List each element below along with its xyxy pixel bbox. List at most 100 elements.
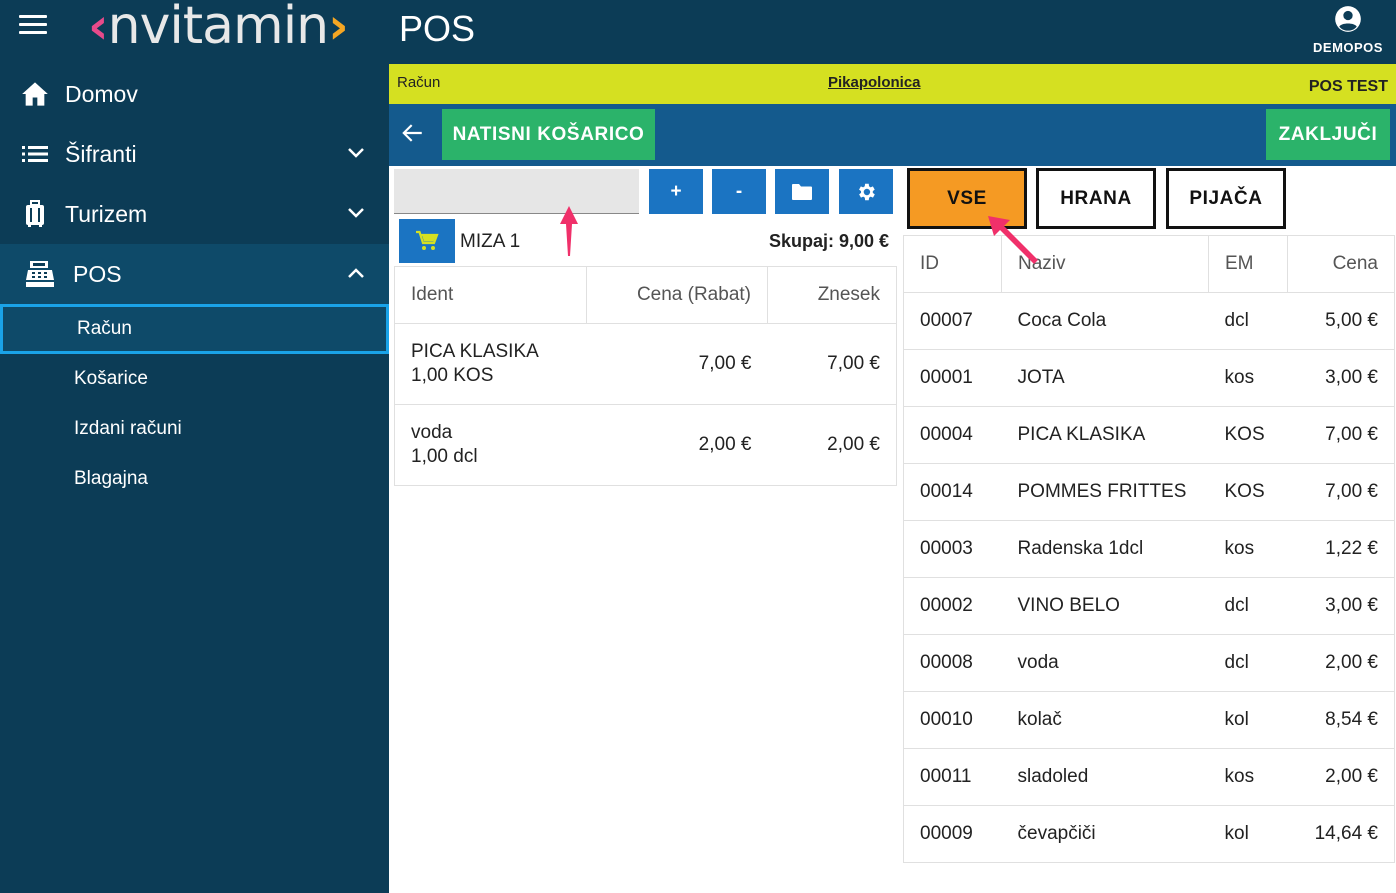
- product-unit: kos: [1208, 520, 1288, 578]
- table-row[interactable]: 00011 sladoled kos 2,00 €: [903, 748, 1395, 806]
- product-name: Coca Cola: [1001, 292, 1209, 350]
- product-unit: dcl: [1208, 634, 1288, 692]
- table-row[interactable]: 00001 JOTA kos 3,00 €: [903, 349, 1395, 407]
- folder-button[interactable]: [775, 169, 829, 214]
- menu-icon[interactable]: [19, 15, 47, 37]
- search-input[interactable]: [394, 169, 639, 214]
- increase-button[interactable]: +: [649, 169, 703, 214]
- table-row[interactable]: voda 1,00 dcl 2,00 € 2,00 €: [394, 404, 897, 486]
- column-header: ID: [903, 235, 1002, 293]
- gear-icon: [859, 183, 875, 200]
- cart-item-qty: 1,00 KOS: [411, 365, 494, 386]
- list-icon: [19, 140, 51, 168]
- category-food-button[interactable]: HRANA: [1036, 168, 1156, 229]
- product-name: kolač: [1001, 691, 1209, 749]
- top-bar: POS DEMOPOS: [389, 0, 1396, 64]
- cart-table: Ident Cena (Rabat) Znesek PICA KLASIKA 1…: [394, 266, 897, 486]
- sidebar-item-turizem[interactable]: Turizem: [0, 184, 389, 244]
- cart-item-amount: 7,00 €: [767, 323, 897, 405]
- sidebar-subitem-label: Izdani računi: [74, 418, 182, 439]
- print-cart-button[interactable]: NATISNI KOŠARICO: [442, 109, 655, 160]
- column-header: Ident: [394, 266, 587, 324]
- product-price: 3,00 €: [1287, 577, 1395, 635]
- table-row[interactable]: 00014 POMMES FRITTES KOS 7,00 €: [903, 463, 1395, 521]
- product-id: 00009: [903, 805, 1002, 863]
- table-row[interactable]: 00003 Radenska 1dcl kos 1,22 €: [903, 520, 1395, 578]
- sidebar-subitem-racun[interactable]: Račun: [0, 304, 389, 354]
- sidebar-subitem-kosarice[interactable]: Košarice: [0, 354, 389, 404]
- cart-total: Skupaj: 9,00 €: [769, 231, 890, 251]
- table-name: MIZA 1: [460, 231, 521, 252]
- chevron-down-icon: [347, 146, 365, 164]
- product-unit: KOS: [1208, 463, 1288, 521]
- sidebar-subitem-blagajna[interactable]: Blagajna: [0, 454, 389, 504]
- sidebar-item-sifranti[interactable]: Šifranti: [0, 124, 389, 184]
- action-bar: NATISNI KOŠARICO ZAKLJUČI: [389, 104, 1396, 166]
- sidebar-item-pos[interactable]: POS: [0, 244, 389, 304]
- product-name: PICA KLASIKA: [1001, 406, 1209, 464]
- sidebar-item-label: Domov: [65, 80, 138, 107]
- document-type: Račun: [397, 74, 441, 91]
- cart-item-name: voda: [411, 422, 453, 443]
- table-row[interactable]: PICA KLASIKA 1,00 KOS 7,00 € 7,00 €: [394, 323, 897, 405]
- pos-name: POS TEST: [1308, 78, 1388, 95]
- table-header-row: Ident Cena (Rabat) Znesek: [394, 266, 897, 324]
- product-id: 00003: [903, 520, 1002, 578]
- cart-item-price: 2,00 €: [586, 404, 768, 486]
- user-menu[interactable]: DEMOPOS: [1308, 5, 1388, 55]
- column-header: Cena (Rabat): [586, 266, 768, 324]
- sidebar-item-label: Šifranti: [65, 140, 137, 167]
- back-arrow-icon[interactable]: [399, 120, 427, 148]
- cart-item-price: 7,00 €: [586, 323, 768, 405]
- finish-button[interactable]: ZAKLJUČI: [1266, 109, 1390, 160]
- product-price: 7,00 €: [1287, 406, 1395, 464]
- product-name: VINO BELO: [1001, 577, 1209, 635]
- logo-bracket-left: ‹: [88, 0, 109, 55]
- product-id: 00014: [903, 463, 1002, 521]
- table-row[interactable]: 00008 voda dcl 2,00 €: [903, 634, 1395, 692]
- product-unit: dcl: [1208, 577, 1288, 635]
- product-name: POMMES FRITTES: [1001, 463, 1209, 521]
- page-title: POS: [399, 8, 476, 49]
- product-price: 1,22 €: [1287, 520, 1395, 578]
- product-price: 3,00 €: [1287, 349, 1395, 407]
- table-header-row: ID Naziv EM Cena: [903, 235, 1395, 293]
- product-unit: kos: [1208, 349, 1288, 407]
- table-row[interactable]: 00007 Coca Cola dcl 5,00 €: [903, 292, 1395, 350]
- table-row[interactable]: 00004 PICA KLASIKA KOS 7,00 €: [903, 406, 1395, 464]
- sidebar-subitem-izdani-racuni[interactable]: Izdani računi: [0, 404, 389, 454]
- product-id: 00004: [903, 406, 1002, 464]
- product-price: 8,54 €: [1287, 691, 1395, 749]
- cart-item-amount: 2,00 €: [767, 404, 897, 486]
- product-name: JOTA: [1001, 349, 1209, 407]
- folder-icon: [792, 183, 812, 200]
- product-id: 00010: [903, 691, 1002, 749]
- logo: ‹ nvitamin ›: [88, 0, 349, 56]
- cart-item-qty: 1,00 dcl: [411, 446, 478, 467]
- info-bar: Račun Pikapolonica POS TEST: [389, 64, 1396, 104]
- product-unit: kos: [1208, 748, 1288, 806]
- category-drink-button[interactable]: PIJAČA: [1166, 168, 1286, 229]
- decrease-button[interactable]: -: [712, 169, 766, 214]
- product-price: 14,64 €: [1287, 805, 1395, 863]
- product-name: sladoled: [1001, 748, 1209, 806]
- cart-icon: [416, 230, 439, 250]
- table-row[interactable]: 00009 čevapčiči kol 14,64 €: [903, 805, 1395, 863]
- logo-bracket-right: ›: [328, 0, 349, 55]
- location-link[interactable]: Pikapolonica: [828, 74, 921, 91]
- product-unit: kol: [1208, 805, 1288, 863]
- cart-item-cell: voda 1,00 dcl: [394, 404, 587, 486]
- column-header: Znesek: [767, 266, 897, 324]
- cart-button[interactable]: [399, 219, 455, 263]
- table-row[interactable]: 00002 VINO BELO dcl 3,00 €: [903, 577, 1395, 635]
- column-header: EM: [1208, 235, 1288, 293]
- product-price: 5,00 €: [1287, 292, 1395, 350]
- cart-item-cell: PICA KLASIKA 1,00 KOS: [394, 323, 587, 405]
- cart-item-name: PICA KLASIKA: [411, 341, 539, 362]
- table-row[interactable]: 00010 kolač kol 8,54 €: [903, 691, 1395, 749]
- settings-button[interactable]: [839, 169, 893, 214]
- sidebar-item-domov[interactable]: Domov: [0, 64, 389, 124]
- category-all-button[interactable]: VSE: [907, 168, 1027, 229]
- product-id: 00001: [903, 349, 1002, 407]
- product-price: 2,00 €: [1287, 748, 1395, 806]
